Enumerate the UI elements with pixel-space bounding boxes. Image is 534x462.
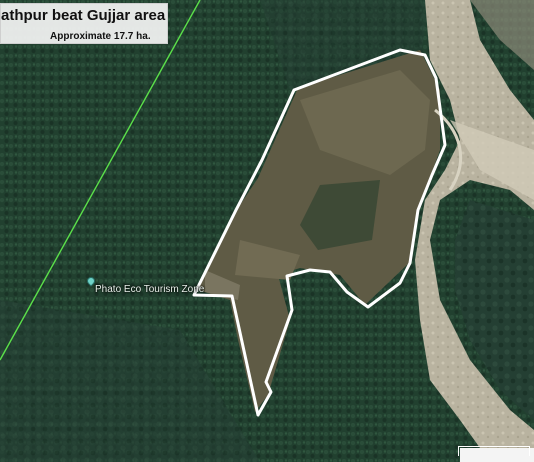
title-box: athpur beat Gujjar area Approximate 17.7…	[0, 3, 168, 44]
map-subtitle: Approximate 17.7 ha.	[50, 31, 151, 42]
place-label[interactable]: Phato Eco Tourism Zone	[95, 284, 204, 295]
map-title: athpur beat Gujjar area	[1, 7, 166, 24]
scale-bar	[458, 446, 530, 456]
satellite-map[interactable]	[0, 0, 534, 462]
